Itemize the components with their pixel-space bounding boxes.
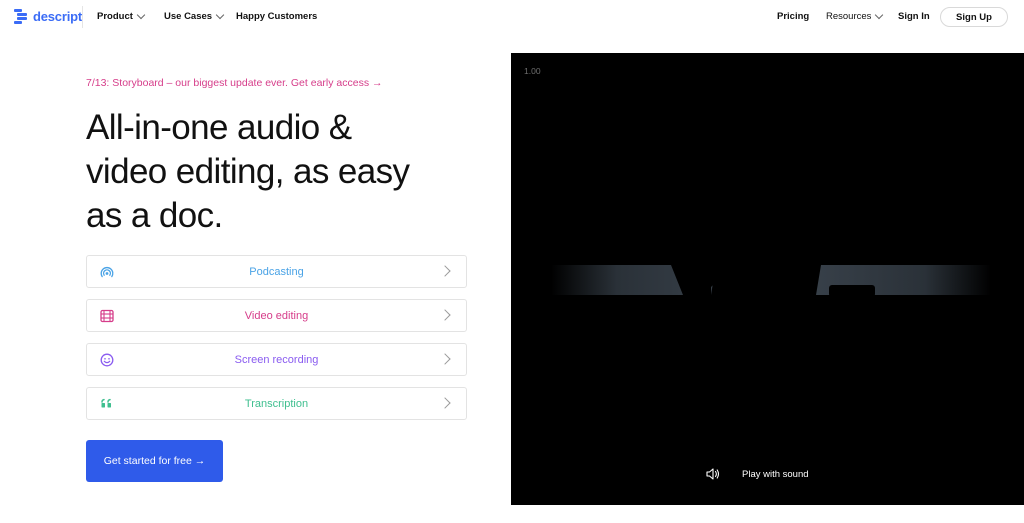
use-case-screen-recording[interactable]: Screen recording [86, 343, 467, 376]
sign-in-link[interactable]: Sign In [898, 11, 930, 22]
descript-logo[interactable]: descript [14, 9, 82, 24]
play-with-sound-button[interactable]: Play with sound [706, 468, 809, 480]
chevron-down-icon [875, 10, 884, 20]
headline-line-1: All-in-one audio & [86, 108, 352, 147]
speaker-icon [706, 468, 720, 480]
quote-icon [101, 398, 111, 408]
get-started-button[interactable]: Get started for free → [86, 440, 223, 482]
nav-product-label: Product [97, 11, 133, 22]
sign-up-button[interactable]: Sign Up [940, 7, 1008, 27]
use-case-podcasting[interactable]: Podcasting [86, 255, 467, 288]
sign-in-label: Sign In [898, 11, 930, 22]
descript-logo-icon [14, 9, 27, 24]
chevron-down-icon [215, 10, 225, 20]
hero-headline: All-in-one audio & video editing, as eas… [86, 106, 486, 238]
playback-speed: 1.00 [524, 66, 541, 76]
chevron-down-icon [136, 10, 146, 20]
film-icon [100, 309, 114, 323]
headline-line-2: video editing, as easy [86, 152, 410, 191]
logo-text: descript [33, 9, 82, 24]
use-case-label: Screen recording [234, 353, 319, 366]
chevron-right-icon [439, 265, 451, 277]
nav-product[interactable]: Product [97, 10, 146, 22]
nav-resources-label: Resources [826, 11, 872, 22]
play-with-sound-label: Play with sound [742, 468, 809, 480]
video-frame-scene [511, 265, 1024, 297]
headline-line-3: as a doc. [86, 196, 223, 235]
nav-use-cases-label: Use Cases [164, 11, 213, 22]
use-case-video-editing[interactable]: Video editing [86, 299, 467, 332]
nav-happy-customers[interactable]: Happy Customers [236, 11, 317, 22]
use-case-list: Podcasting Video editing Screen recordin… [86, 255, 467, 431]
nav-pricing[interactable]: Pricing [777, 11, 809, 22]
nav-happy-customers-label: Happy Customers [236, 11, 318, 22]
use-case-label: Video editing [244, 309, 309, 322]
nav-use-cases[interactable]: Use Cases [164, 10, 225, 22]
nav-resources[interactable]: Resources [826, 10, 884, 22]
nav-divider [82, 6, 83, 28]
use-case-transcription[interactable]: Transcription [86, 387, 467, 420]
use-case-label: Transcription [244, 397, 309, 410]
podcast-icon [100, 266, 114, 278]
chevron-right-icon [439, 397, 451, 409]
hero-video-player[interactable]: 1.00 Play with sound [511, 53, 1024, 505]
chevron-right-icon [439, 353, 451, 365]
smiley-icon [100, 353, 114, 367]
use-case-label: Podcasting [249, 265, 304, 278]
nav-pricing-label: Pricing [777, 11, 810, 22]
promo-banner-link[interactable]: 7/13: Storyboard – our biggest update ev… [86, 77, 383, 89]
top-nav: descript Product Use Cases Happy Custome… [0, 0, 1024, 34]
chevron-right-icon [439, 309, 451, 321]
